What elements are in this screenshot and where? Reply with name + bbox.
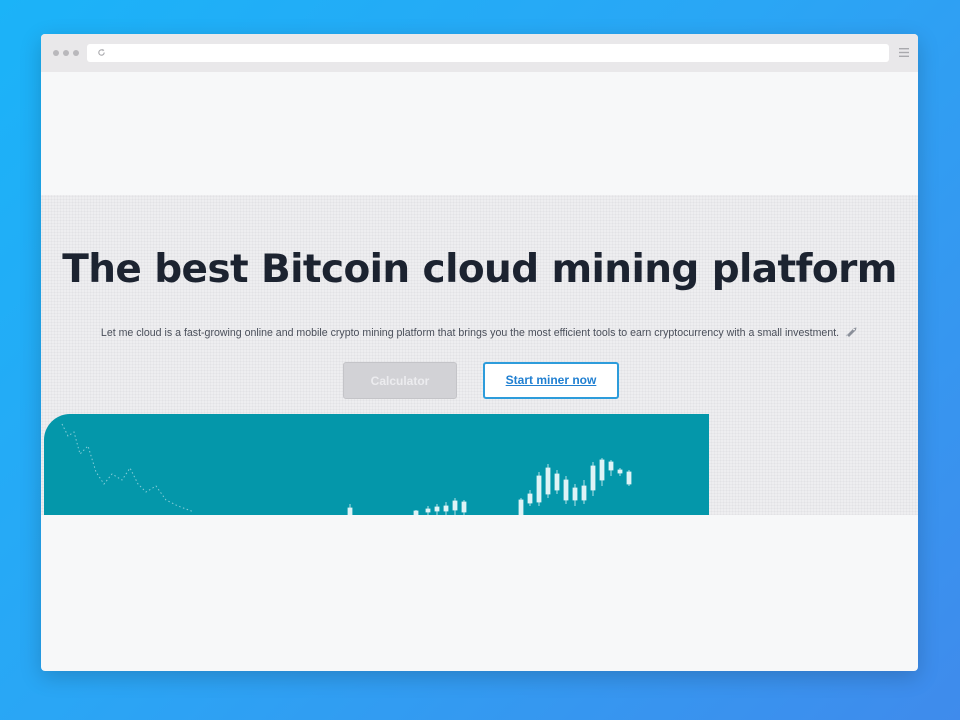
trading-chart-panel [44,414,709,515]
candle [461,501,467,513]
hero-subtitle-text: Let me cloud is a fast-growing online an… [100,327,840,339]
hero-section: The best Bitcoin cloud mining platform L… [41,195,918,515]
candle [452,500,458,511]
candle [527,493,533,504]
candle [545,467,551,495]
window-controls[interactable] [53,50,79,56]
candle [413,510,419,515]
candle [617,469,623,474]
candle [572,487,578,501]
hero-headline: The best Bitcoin cloud mining platform [62,247,897,292]
browser-toolbar [41,34,918,72]
hero-subtitle: Let me cloud is a fast-growing online an… [41,326,918,339]
chart-trend-line [61,423,195,513]
reload-icon[interactable] [97,48,106,57]
window-dot-close[interactable] [53,50,59,56]
candle [563,479,569,501]
candle [536,475,542,503]
start-miner-button[interactable]: Start miner now [483,362,619,399]
candle [347,507,353,515]
candle [518,499,524,515]
calculator-button[interactable]: Calculator [343,362,457,399]
candle [554,473,560,491]
candle [599,459,605,481]
browser-window: The best Bitcoin cloud mining platform L… [41,34,918,671]
candle [590,465,596,491]
window-dot-minimize[interactable] [63,50,69,56]
address-bar[interactable] [87,44,889,62]
rocket-icon [845,327,857,337]
candle [443,505,449,512]
candle [608,461,614,471]
candlestick-chart-graphic [61,423,632,515]
candle [434,506,440,512]
candle [581,485,587,501]
candle [425,508,431,513]
window-dot-maximize[interactable] [73,50,79,56]
candle [626,471,632,485]
hamburger-menu-icon[interactable] [899,47,909,58]
